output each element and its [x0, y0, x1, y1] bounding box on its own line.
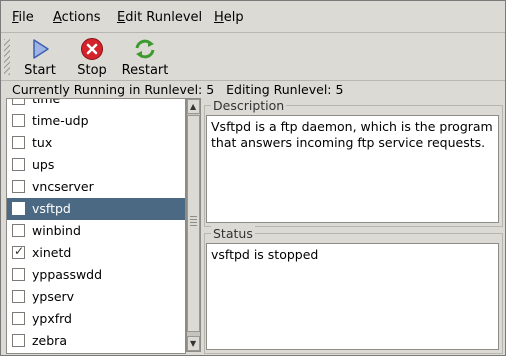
service-row[interactable]: yppasswdd [7, 264, 185, 286]
menubar: File Actions Edit Runlevel Help [1, 1, 505, 33]
description-text[interactable]: Vsftpd is a ftp daemon, which is the pro… [206, 115, 499, 223]
service-label: vncserver [32, 179, 94, 194]
menu-edit-runlevel[interactable]: Edit Runlevel [117, 10, 202, 25]
menu-actions[interactable]: Actions [53, 10, 101, 25]
description-title: Description [211, 98, 287, 113]
play-icon [28, 37, 52, 61]
service-checkbox[interactable] [12, 99, 25, 105]
service-label: zebra [32, 333, 67, 348]
start-button[interactable]: Start [21, 35, 59, 79]
restart-button[interactable]: Restart [120, 35, 170, 79]
service-row[interactable]: vsftpd [7, 198, 185, 220]
service-row[interactable]: ✓ xinetd [7, 242, 185, 264]
service-checkbox[interactable] [12, 202, 25, 215]
description-group: Description Vsftpd is a ftp daemon, whic… [204, 98, 503, 227]
menu-file[interactable]: File [12, 10, 34, 25]
current-runlevel: Currently Running in Runlevel: 5 [12, 82, 215, 97]
service-label: winbind [32, 223, 81, 238]
service-checkbox[interactable] [12, 114, 25, 127]
service-row[interactable]: ypserv [7, 286, 185, 308]
toolbar: Start Stop Restart [1, 33, 505, 81]
service-row[interactable]: time-udp [7, 110, 185, 132]
arrow-down-icon: ▼ [190, 339, 197, 348]
restart-label: Restart [121, 63, 169, 78]
service-checkbox[interactable] [12, 180, 25, 193]
stop-icon [80, 37, 104, 61]
service-checkbox[interactable] [12, 290, 25, 303]
service-checkbox[interactable] [12, 334, 25, 347]
service-label: yppasswdd [32, 267, 103, 282]
service-label: tux [32, 135, 53, 150]
status-title: Status [211, 226, 255, 241]
service-label: ypserv [32, 289, 75, 304]
arrow-up-icon: ▲ [190, 102, 197, 111]
status-text[interactable]: vsftpd is stopped [206, 243, 499, 350]
scroll-down-button[interactable]: ▼ [187, 336, 200, 351]
stop-button[interactable]: Stop [73, 35, 111, 79]
service-checkbox[interactable] [12, 136, 25, 149]
service-row[interactable]: time [7, 98, 185, 110]
check-icon: ✓ [14, 244, 25, 258]
service-row[interactable]: winbind [7, 220, 185, 242]
status-group: Status vsftpd is stopped [204, 226, 503, 354]
start-label: Start [24, 63, 56, 78]
service-row[interactable]: ypxfrd [7, 308, 185, 330]
service-checkbox[interactable]: ✓ [12, 244, 25, 259]
service-checkbox[interactable] [12, 312, 25, 325]
service-checkbox[interactable] [12, 268, 25, 281]
service-label: time [32, 98, 61, 106]
runlevel-status: Currently Running in Runlevel: 5 Editing… [12, 82, 343, 97]
service-list[interactable]: time time-udp tux ups vncserver vsftpd winbind… [6, 98, 186, 354]
service-checkbox[interactable] [12, 224, 25, 237]
service-row[interactable]: zebra [7, 330, 185, 352]
vertical-scrollbar[interactable]: ▲ ▼ [186, 98, 201, 352]
service-row[interactable]: vncserver [7, 176, 185, 198]
main-window: File Actions Edit Runlevel Help Start St… [0, 0, 506, 356]
service-row[interactable]: ups [7, 154, 185, 176]
service-label: time-udp [32, 113, 89, 128]
stop-label: Stop [77, 63, 107, 78]
scroll-up-button[interactable]: ▲ [187, 99, 200, 114]
service-label: xinetd [32, 245, 72, 260]
service-checkbox[interactable] [12, 158, 25, 171]
menu-help[interactable]: Help [214, 10, 244, 25]
service-label: ypxfrd [32, 311, 72, 326]
editing-runlevel: Editing Runlevel: 5 [226, 82, 344, 97]
service-label: ups [32, 157, 55, 172]
toolbar-grip[interactable] [4, 39, 10, 75]
service-row[interactable]: tux [7, 132, 185, 154]
scroll-thumb[interactable] [187, 115, 200, 332]
thumb-grip [190, 216, 197, 226]
service-label: vsftpd [32, 201, 71, 216]
refresh-icon [133, 37, 157, 61]
